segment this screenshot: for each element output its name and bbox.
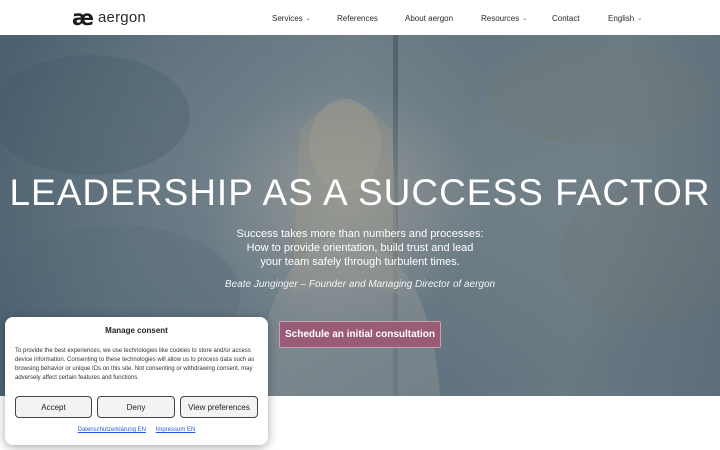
hero-quote: Beate Junginger – Founder and Managing D…: [224, 279, 496, 290]
nav-item-label: English: [608, 13, 635, 23]
view-preferences-button[interactable]: View preferences: [180, 396, 258, 418]
chevron-down-icon: ⌄: [522, 15, 528, 22]
nav-item-label: References: [337, 13, 378, 23]
hero-subtitle-line: Success takes more than numbers and proc…: [236, 228, 484, 240]
consent-title: Manage consent: [105, 326, 168, 335]
chevron-down-icon: ⌄: [305, 15, 311, 22]
chevron-down-icon: ⌄: [637, 15, 643, 22]
nav-item-label: Services: [272, 13, 303, 23]
consent-text: To provide the best experiences, we use …: [15, 348, 255, 381]
hero-title: LEADERSHIP AS A SUCCESS FACTOR: [9, 172, 711, 213]
logo-mark: æ: [72, 6, 94, 30]
schedule-consultation-button[interactable]: Schedule an initial consultation: [279, 321, 441, 348]
nav-item-label: Contact: [552, 13, 580, 23]
nav-item-services[interactable]: Services ⌄: [272, 12, 311, 24]
nav-item-resources[interactable]: Resources ⌄: [481, 12, 527, 24]
nav-item-references[interactable]: References: [337, 12, 378, 24]
nav-item-about[interactable]: About aergon: [405, 12, 453, 24]
nav-item-contact[interactable]: Contact: [552, 12, 580, 24]
imprint-link[interactable]: Impressum EN: [156, 427, 196, 433]
nav-item-label: About aergon: [405, 13, 454, 23]
accept-button[interactable]: Accept: [15, 396, 92, 418]
hero-subtitle-line: How to provide orientation, build trust …: [246, 242, 474, 254]
consent-dialog: Manage consent To provide the best exper…: [5, 317, 268, 445]
consent-links: Datenschutzerklärung EN Impressum EN: [5, 427, 268, 433]
deny-button[interactable]: Deny: [97, 396, 175, 418]
logo-text: aergon: [98, 9, 146, 26]
language-selector[interactable]: English ⌄: [608, 12, 642, 24]
site-header: æ aergon Services ⌄ References About aer…: [0, 0, 720, 35]
hero-subtitle-line: your team safely through turbulent times…: [260, 256, 460, 268]
page: æ aergon Services ⌄ References About aer…: [0, 0, 720, 450]
privacy-policy-link[interactable]: Datenschutzerklärung EN: [78, 427, 146, 433]
nav-item-label: Resources: [481, 13, 520, 23]
hero-subtitle: Success takes more than numbers and proc…: [200, 227, 520, 269]
logo-link[interactable]: æ aergon: [72, 6, 146, 30]
